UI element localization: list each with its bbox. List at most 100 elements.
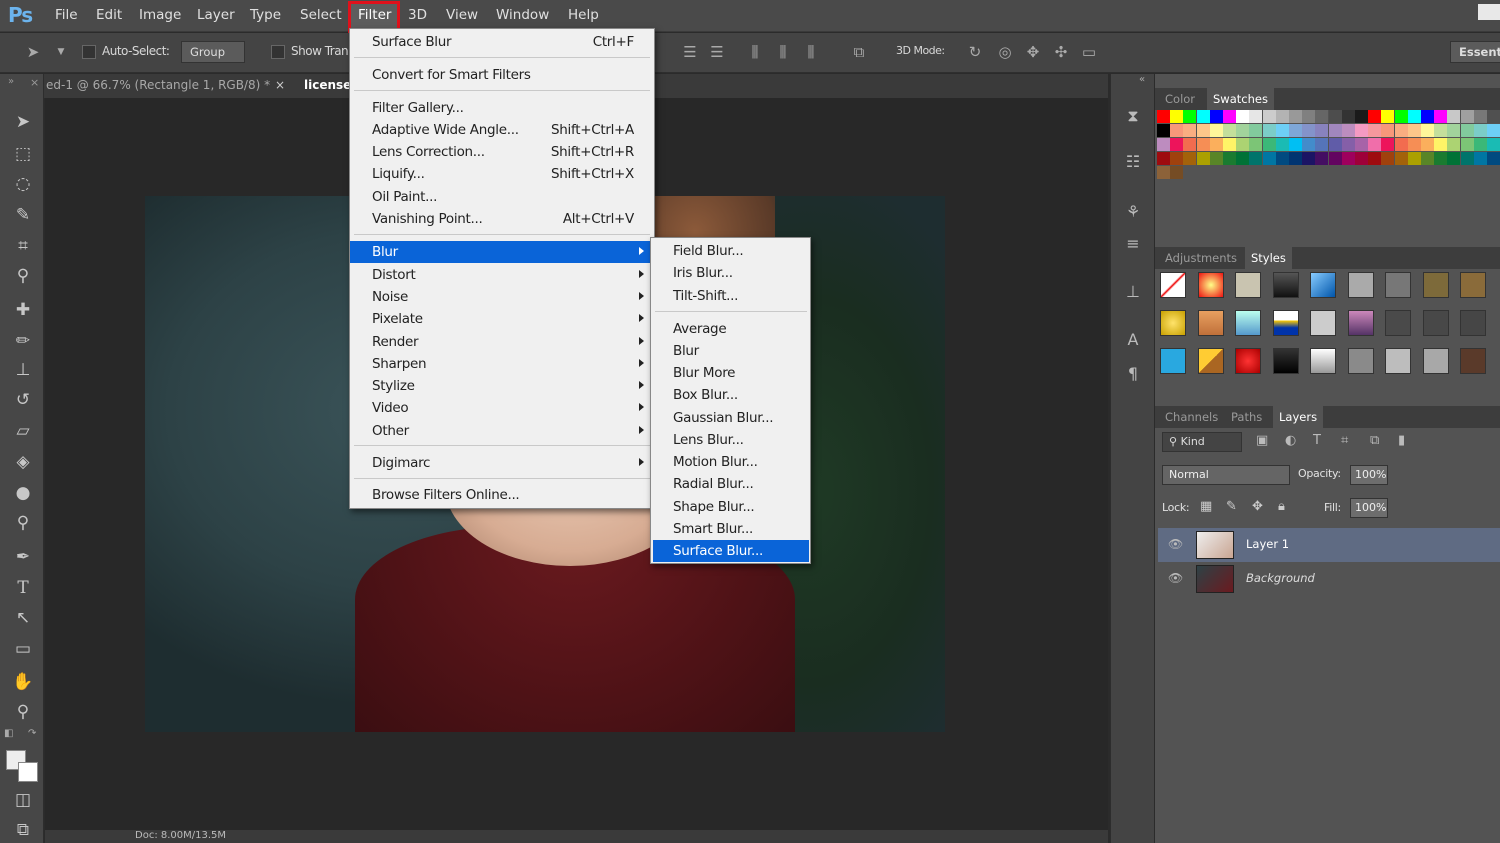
swatch[interactable] xyxy=(1302,124,1316,137)
swatch[interactable] xyxy=(1183,110,1197,123)
submenu-item-motion-blur[interactable]: Motion Blur... xyxy=(653,451,809,473)
swatch[interactable] xyxy=(1368,152,1382,165)
swatch[interactable] xyxy=(1262,124,1276,137)
style-preset[interactable] xyxy=(1272,272,1299,298)
submenu-item-radial-blur[interactable]: Radial Blur... xyxy=(653,473,809,495)
swatch[interactable] xyxy=(1434,110,1448,123)
chevron-down-icon[interactable]: ▼ xyxy=(52,43,70,61)
swatch[interactable] xyxy=(1447,124,1461,137)
style-preset[interactable] xyxy=(1422,348,1449,374)
close-icon[interactable]: × xyxy=(30,76,39,89)
swatch[interactable] xyxy=(1355,152,1368,165)
submenu-item-field-blur[interactable]: Field Blur... xyxy=(653,240,809,262)
pan-3d-icon[interactable]: ✥ xyxy=(1024,43,1042,61)
menu-item-vanishing-point[interactable]: Vanishing Point... Alt+Ctrl+V xyxy=(350,208,654,230)
brush-presets-icon[interactable]: ⚘ xyxy=(1121,200,1145,224)
tab-channels[interactable]: Channels xyxy=(1165,410,1218,424)
menu-image[interactable]: Image xyxy=(139,7,181,23)
style-preset[interactable] xyxy=(1310,348,1336,374)
roll-3d-icon[interactable]: ◎ xyxy=(996,43,1014,61)
tab-layers[interactable]: Layers xyxy=(1273,406,1324,428)
clone-source-icon[interactable]: ⊥ xyxy=(1121,280,1145,304)
submenu-item-blur[interactable]: Blur xyxy=(653,340,809,362)
swatch[interactable] xyxy=(1223,110,1236,123)
swatch[interactable] xyxy=(1289,138,1302,151)
swatch[interactable] xyxy=(1421,124,1434,137)
submenu-item-iris-blur[interactable]: Iris Blur... xyxy=(653,262,809,284)
menu-item-lens-correction[interactable]: Lens Correction... Shift+Ctrl+R xyxy=(350,141,654,163)
swatch[interactable] xyxy=(1355,138,1368,151)
menu-edit[interactable]: Edit xyxy=(96,7,122,23)
menu-item-browse-filters-online[interactable]: Browse Filters Online... xyxy=(350,484,654,506)
swatch[interactable] xyxy=(1460,124,1474,137)
style-preset[interactable] xyxy=(1385,272,1411,298)
style-preset[interactable] xyxy=(1422,272,1449,298)
hand-tool-icon[interactable]: ✋ xyxy=(10,670,36,694)
document-tab[interactable]: ed-1 @ 66.7% (Rectangle 1, RGB/8) * xyxy=(46,78,270,92)
style-preset[interactable] xyxy=(1460,348,1486,374)
menu-select[interactable]: Select xyxy=(300,7,342,23)
swatch[interactable] xyxy=(1170,124,1184,137)
swatch[interactable] xyxy=(1236,124,1250,137)
swatch[interactable] xyxy=(1196,152,1210,165)
menu-3d[interactable]: 3D xyxy=(408,7,427,23)
menu-item-other[interactable]: Other xyxy=(350,420,654,442)
filter-shape-icon[interactable]: ⌗ xyxy=(1341,433,1348,448)
swatch[interactable] xyxy=(1289,124,1302,137)
swatch[interactable] xyxy=(1381,110,1395,123)
layer-row[interactable]: 👁︎ Background xyxy=(1158,562,1500,596)
dodge-tool-icon[interactable]: ⚲ xyxy=(10,511,36,535)
clone-stamp-tool-icon[interactable]: ⊥ xyxy=(10,358,36,382)
swatch[interactable] xyxy=(1315,110,1329,123)
style-preset[interactable] xyxy=(1310,310,1336,336)
swatch[interactable] xyxy=(1487,152,1500,165)
menu-item-video[interactable]: Video xyxy=(350,397,654,419)
auto-select-checkbox[interactable] xyxy=(82,45,96,59)
brush-settings-icon[interactable]: ≡ xyxy=(1121,232,1145,256)
style-preset[interactable] xyxy=(1347,272,1374,298)
swatch[interactable] xyxy=(1315,138,1329,151)
background-color-swatch[interactable] xyxy=(18,762,38,782)
filter-adjustment-icon[interactable]: ◐ xyxy=(1285,433,1296,448)
menu-help[interactable]: Help xyxy=(568,7,599,23)
lock-all-icon[interactable]: 🔒︎ xyxy=(1278,499,1285,514)
swatch[interactable] xyxy=(1328,124,1342,137)
swatch[interactable] xyxy=(1183,124,1197,137)
move-tool-icon[interactable]: ➤ xyxy=(10,110,36,134)
submenu-item-shape-blur[interactable]: Shape Blur... xyxy=(653,496,809,518)
swatch[interactable] xyxy=(1328,152,1342,165)
style-preset[interactable] xyxy=(1160,310,1186,336)
distribute-left-icon[interactable]: ⫼ xyxy=(746,43,764,61)
style-preset[interactable] xyxy=(1235,272,1261,298)
swatch[interactable] xyxy=(1447,110,1461,123)
swatch[interactable] xyxy=(1315,152,1329,165)
lock-transparent-icon[interactable]: ▦ xyxy=(1200,499,1212,514)
swatch[interactable] xyxy=(1262,110,1276,123)
swatch[interactable] xyxy=(1209,152,1223,165)
swatch[interactable] xyxy=(1328,110,1342,123)
swatch[interactable] xyxy=(1170,152,1184,165)
submenu-item-lens-blur[interactable]: Lens Blur... xyxy=(653,429,809,451)
swatch[interactable] xyxy=(1407,152,1421,165)
swatch[interactable] xyxy=(1183,138,1197,151)
history-brush-tool-icon[interactable]: ↺ xyxy=(10,388,36,412)
lasso-tool-icon[interactable]: ◌ xyxy=(10,172,36,196)
swatch[interactable] xyxy=(1394,110,1408,123)
swatch[interactable] xyxy=(1368,124,1382,137)
swatch[interactable] xyxy=(1209,124,1223,137)
style-preset[interactable] xyxy=(1460,272,1486,298)
swatch[interactable] xyxy=(1460,110,1474,123)
swatch[interactable] xyxy=(1394,152,1408,165)
camera-3d-icon[interactable]: ▭ xyxy=(1080,43,1098,61)
style-preset[interactable] xyxy=(1272,348,1299,374)
swatch[interactable] xyxy=(1355,110,1368,123)
submenu-item-gaussian-blur[interactable]: Gaussian Blur... xyxy=(653,407,809,429)
move-tool-icon[interactable]: ➤ xyxy=(24,43,42,61)
swatch[interactable] xyxy=(1473,124,1487,137)
swatch[interactable] xyxy=(1275,152,1289,165)
swatch[interactable] xyxy=(1460,138,1474,151)
filter-pixel-icon[interactable]: ▣ xyxy=(1256,433,1268,448)
healing-brush-tool-icon[interactable]: ✚ xyxy=(10,298,36,322)
swatch[interactable] xyxy=(1275,124,1289,137)
swatch[interactable] xyxy=(1196,124,1210,137)
